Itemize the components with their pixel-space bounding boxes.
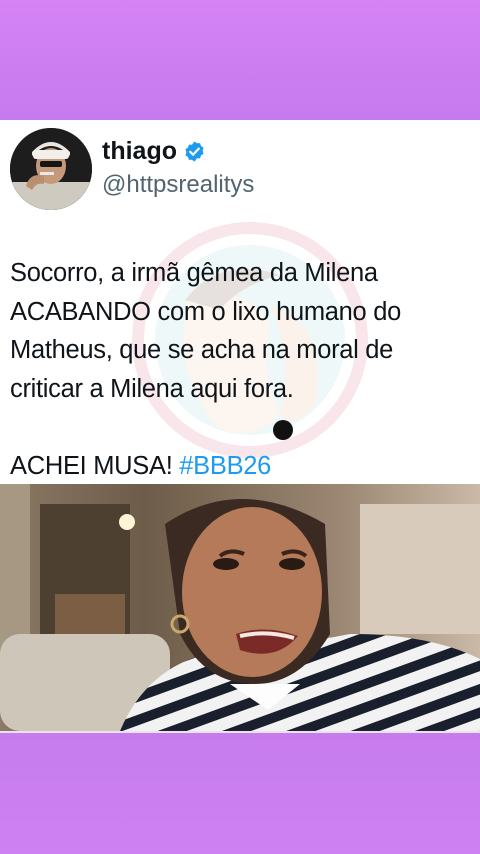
tweet-line: Socorro, a irmã gêmea da Milena: [10, 259, 378, 287]
tweet-line: criticar a Milena aqui fora.: [10, 374, 294, 403]
tweet-line: ACABANDO com o lixo humano do: [10, 297, 401, 326]
author-handle[interactable]: @httpsrealitys: [102, 170, 254, 200]
avatar[interactable]: [10, 128, 92, 210]
background-top: [0, 0, 480, 120]
tweet-media-image[interactable]: [0, 484, 480, 731]
author-name[interactable]: thiago: [102, 136, 177, 166]
touch-indicator: [273, 420, 293, 440]
verified-badge-icon: [185, 140, 204, 162]
closing-text: ACHEI MUSA!: [10, 451, 180, 480]
avatar-image: [10, 128, 92, 210]
tweet-line: ACHEI MUSA! #BBB26: [10, 447, 470, 485]
tweet-text: Socorro, a irmã gêmea da Milena ACABANDO…: [10, 254, 470, 484]
media-photo: [0, 484, 480, 731]
tweet-card[interactable]: thiago @httpsrealitys Socorro, a irmã gê…: [0, 120, 480, 484]
hashtag-link[interactable]: #BBB26: [179, 452, 271, 480]
author-row: thiago: [102, 136, 206, 166]
tweet-line: Matheus, que se acha na moral de: [10, 336, 394, 364]
background-bottom: [0, 733, 480, 854]
